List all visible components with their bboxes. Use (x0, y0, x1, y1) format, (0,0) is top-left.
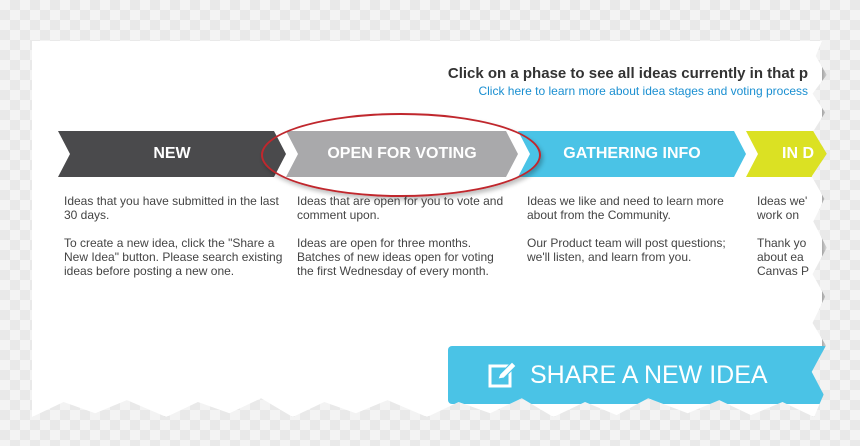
phase-new-desc-1: Ideas that you have submitted in the las… (64, 194, 279, 222)
screenshot-paper: Click on a phase to see all ideas curren… (32, 41, 827, 417)
phase-voting-desc-1: Ideas that are open for you to vote and … (297, 194, 504, 222)
share-button-label: SHARE A NEW IDEA (530, 360, 768, 389)
phase-new-description: Ideas that you have submitted in the las… (64, 194, 284, 292)
phase-new-tab[interactable]: NEW (58, 131, 286, 177)
phase-voting-description: Ideas that are open for you to vote and … (297, 194, 509, 292)
phase-indev-label: IN D (782, 145, 814, 162)
learn-more-link[interactable]: Click here to learn more about idea stag… (478, 84, 808, 98)
phase-new-desc-2: To create a new idea, click the "Share a… (64, 236, 283, 278)
share-new-idea-button[interactable]: SHARE A NEW IDEA (448, 346, 827, 404)
phase-gathering-label: GATHERING INFO (563, 145, 701, 162)
phase-gathering-description: Ideas we like and need to learn more abo… (527, 194, 739, 278)
phase-gathering-desc-2: Our Product team will post questions; we… (527, 236, 726, 264)
page-heading: Click on a phase to see all ideas curren… (447, 65, 808, 82)
phase-gathering-desc-1: Ideas we like and need to learn more abo… (527, 194, 724, 222)
phase-indev-desc-2: Thank yo about ea Canvas P (757, 236, 810, 278)
phase-indev-desc-1: Ideas we' work on (757, 194, 808, 222)
phase-indev-description: Ideas we' work on Thank yo about ea Canv… (757, 194, 817, 292)
edit-icon (488, 361, 517, 388)
highlight-annotation (261, 113, 541, 197)
phase-gathering-info-tab[interactable]: GATHERING INFO (518, 131, 746, 177)
phase-new-label: NEW (153, 145, 191, 162)
phase-voting-desc-2: Ideas are open for three months. Batches… (297, 236, 494, 278)
phase-in-development-tab[interactable]: IN D (746, 131, 856, 177)
